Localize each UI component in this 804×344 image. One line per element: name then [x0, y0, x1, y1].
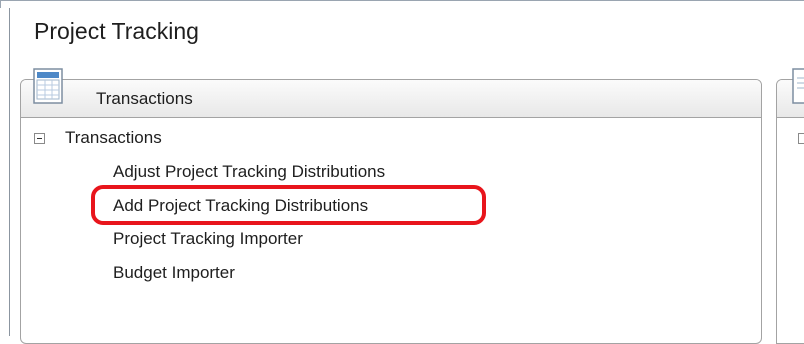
window-frame: Project Tracking Transactions Transactio…: [0, 0, 804, 344]
document-icon: [792, 68, 804, 104]
page-title: Project Tracking: [34, 18, 199, 44]
window-top-border: [0, 0, 804, 8]
transactions-panel-header: Transactions: [21, 80, 761, 118]
adjacent-collapse-toggle[interactable]: [798, 133, 804, 144]
transactions-panel-header-label: Transactions: [96, 89, 193, 108]
tree-item-adjust-project-tracking-distributions[interactable]: Adjust Project Tracking Distributions: [113, 162, 385, 182]
collapse-toggle[interactable]: [34, 133, 45, 144]
tree-item-budget-importer[interactable]: Budget Importer: [113, 263, 235, 283]
tree-item-add-project-tracking-distributions[interactable]: Add Project Tracking Distributions: [113, 196, 368, 216]
tree-item-project-tracking-importer[interactable]: Project Tracking Importer: [113, 229, 303, 249]
window-left-border: [9, 8, 10, 336]
adjacent-panel: [776, 79, 804, 344]
document-table-icon: [33, 68, 63, 104]
tree-root-transactions[interactable]: Transactions: [65, 128, 162, 148]
